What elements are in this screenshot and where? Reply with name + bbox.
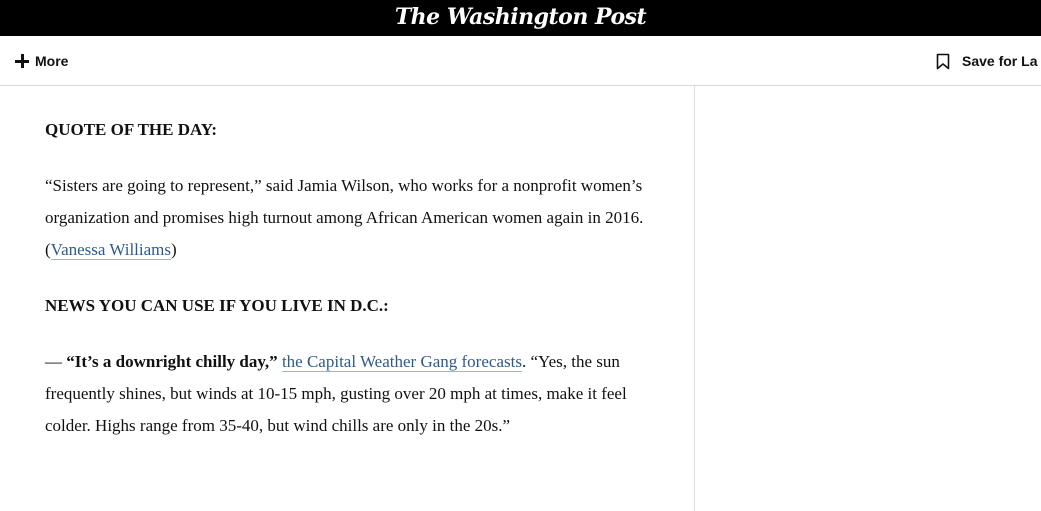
plus-icon [14, 53, 30, 69]
save-for-later-button[interactable]: Save for La [936, 52, 1037, 70]
save-label: Save for La [962, 53, 1038, 69]
quote-heading: QUOTE OF THE DAY: [45, 120, 218, 139]
news-bold-quote: “It’s a downright chilly day,” [66, 352, 278, 371]
news-paragraph: — “It’s a downright chilly day,” the Cap… [45, 346, 675, 442]
vanessa-williams-link[interactable]: Vanessa Williams [50, 240, 172, 260]
quote-paragraph: “Sisters are going to represent,” said J… [45, 170, 675, 266]
sub-navigation-bar: More Save for La [0, 36, 1041, 86]
news-heading: NEWS YOU CAN USE IF YOU LIVE IN D.C.: [45, 296, 389, 315]
article-body: QUOTE OF THE DAY: “Sisters are going to … [45, 114, 675, 442]
site-logo[interactable]: The Washington Post [0, 0, 1041, 36]
more-label: More [35, 53, 69, 69]
bookmark-icon [936, 53, 950, 69]
capital-weather-gang-link[interactable]: the Capital Weather Gang forecasts [281, 352, 522, 372]
quote-close: ) [171, 240, 177, 259]
column-divider [694, 86, 695, 511]
top-bar: The Washington Post [0, 0, 1041, 36]
news-dash: — [45, 352, 67, 371]
more-button[interactable]: More [14, 52, 68, 70]
